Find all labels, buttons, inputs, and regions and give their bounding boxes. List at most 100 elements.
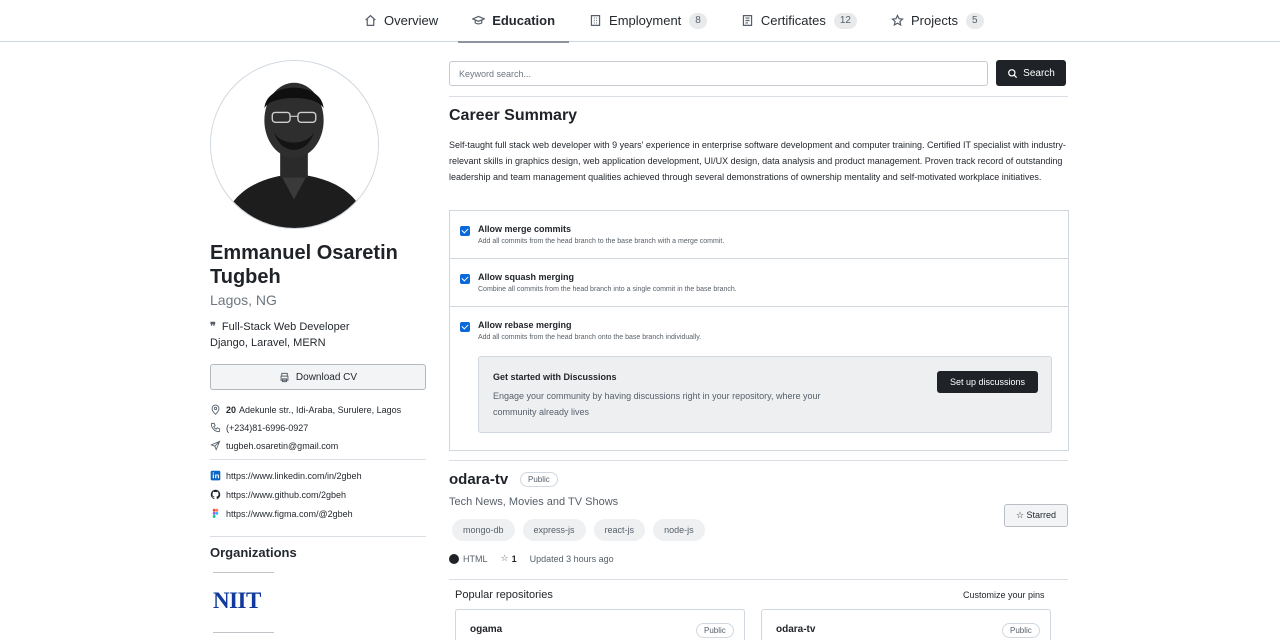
repo-topics: mongo-db express-js react-js node-js [452, 519, 713, 541]
building-icon [590, 15, 601, 26]
setting-title: Allow merge commits [478, 224, 572, 234]
discussions-text: Engage your community by having discussi… [493, 391, 821, 417]
discussions-callout: Get started with Discussions Engage your… [478, 356, 1052, 433]
visibility-badge: Public [520, 472, 558, 487]
tab-label: Education [492, 13, 556, 28]
phone-text: (+234)81-6996-0927 [226, 422, 309, 433]
repo-description: Tech News, Movies and TV Shows [449, 496, 619, 508]
phone: (+234)81-6996-0927 [210, 422, 308, 433]
profile-photo [211, 61, 378, 228]
tab-label: Overview [384, 13, 439, 28]
bio-line-1: Full-Stack Web Developer [221, 321, 350, 333]
niit-logo[interactable]: NIIT [213, 588, 261, 614]
language-label: HTML [463, 553, 488, 564]
tab-projects[interactable]: Projects 5 [877, 0, 998, 41]
starred-button[interactable]: ☆ Starred [1004, 504, 1068, 527]
tab-label: Projects [911, 13, 958, 28]
topic-tag[interactable]: react-js [593, 519, 646, 541]
setting-rebase-merging: Allow rebase merging Add all commits fro… [450, 306, 1068, 354]
pinned-repo-name[interactable]: odara-tv [776, 624, 815, 635]
bio-line-2: Django, Laravel, MERN [210, 337, 326, 349]
setting-description: Add all commits from the head branch to … [478, 238, 725, 245]
email-link[interactable]: tugbeh.osaretin@gmail.com [226, 441, 338, 451]
language: HTML [449, 553, 488, 564]
pinned-repo-name[interactable]: ogama [470, 624, 502, 635]
tab-education[interactable]: Education [458, 0, 569, 43]
merge-commits-checkbox[interactable] [460, 226, 470, 236]
topic-tag[interactable]: express-js [522, 519, 586, 541]
tab-certificates[interactable]: Certificates 12 [727, 0, 871, 41]
customize-pins-link[interactable]: Customize your pins [963, 590, 1045, 600]
divider [449, 460, 1068, 461]
certificate-icon [742, 15, 753, 26]
topic-tag[interactable]: mongo-db [452, 519, 515, 541]
divider [210, 459, 426, 460]
address: 20 Adekunle str., Idi-Araba, Surulere, L… [210, 404, 401, 415]
divider [449, 96, 1068, 97]
star-icon [891, 14, 904, 27]
pinned-repo-card[interactable]: ogama Public [455, 609, 745, 640]
figma-icon [210, 508, 221, 519]
pinned-repo-card[interactable]: odara-tv Public [761, 609, 1051, 640]
home-icon [365, 14, 376, 26]
profile-name: Emmanuel Osaretin Tugbeh [210, 242, 398, 288]
figma-link[interactable]: https://www.figma.com/@2gbeh [210, 508, 353, 519]
discussions-title: Get started with Discussions [493, 372, 617, 382]
setting-description: Combine all commits from the head branch… [478, 286, 737, 293]
squash-merging-checkbox[interactable] [460, 274, 470, 284]
github-icon [210, 489, 221, 500]
address-number: 20 [226, 404, 237, 415]
download-cv-button[interactable]: Download CV [210, 364, 426, 390]
setting-title: Allow rebase merging [478, 320, 572, 330]
tab-overview[interactable]: Overview [350, 0, 452, 41]
star-count[interactable]: ☆ 1 [501, 553, 517, 564]
github-url[interactable]: https://www.github.com/2gbeh [226, 490, 346, 500]
printer-icon [280, 372, 289, 382]
linkedin-link[interactable]: https://www.linkedin.com/in/2gbeh [210, 470, 362, 481]
email[interactable]: tugbeh.osaretin@gmail.com [210, 440, 338, 451]
setting-merge-commits: Allow merge commits Add all commits from… [450, 211, 1068, 259]
tab-count-badge: 5 [965, 12, 984, 29]
profile-tabs: Overview Education Employment 8 Certific… [350, 0, 1004, 43]
tab-count-badge: 12 [833, 12, 857, 29]
divider [213, 632, 274, 633]
search-button[interactable]: Search [996, 60, 1066, 86]
repo-meta: HTML ☆ 1 Updated 3 hours ago [449, 553, 614, 564]
star-count-value: 1 [511, 553, 517, 564]
search-icon [1008, 68, 1018, 78]
topic-tag[interactable]: node-js [653, 519, 705, 541]
top-navigation: Overview Education Employment 8 Certific… [0, 0, 1280, 43]
search-button-label: Search [1023, 67, 1055, 79]
github-link[interactable]: https://www.github.com/2gbeh [210, 489, 346, 500]
setting-title: Allow squash merging [478, 272, 575, 282]
setting-description: Add all commits from the head branch ont… [478, 334, 702, 341]
tab-label: Employment [609, 13, 682, 28]
download-cv-label: Download CV [295, 371, 358, 383]
figma-url[interactable]: https://www.figma.com/@2gbeh [226, 509, 353, 519]
merge-settings-panel: Allow merge commits Add all commits from… [449, 210, 1069, 451]
divider [449, 579, 1068, 580]
graduation-cap-icon [472, 15, 486, 25]
keyword-search-input[interactable]: Keyword search... [449, 61, 988, 86]
profile-location: Lagos, NG [210, 292, 277, 308]
star-icon: ☆ [500, 553, 509, 563]
updated-time: Updated 3 hours ago [529, 553, 614, 564]
repo-name[interactable]: odara-tv [449, 471, 508, 488]
visibility-badge: Public [1002, 623, 1040, 638]
divider [213, 572, 274, 573]
location-pin-icon [210, 404, 221, 415]
tab-employment[interactable]: Employment 8 [575, 0, 721, 41]
profile-bio: ❞ Full-Stack Web Developer Django, Larave… [210, 319, 350, 351]
rebase-merging-checkbox[interactable] [460, 322, 470, 332]
quote-icon: ❞ [210, 320, 216, 333]
visibility-badge: Public [696, 623, 734, 638]
tab-count-badge: 8 [689, 12, 707, 29]
career-summary-text: Self-taught full stack web developer wit… [449, 140, 1066, 182]
send-icon [210, 440, 221, 451]
set-up-discussions-button[interactable]: Set up discussions [937, 371, 1038, 393]
tab-label: Certificates [760, 13, 826, 28]
organizations-heading: Organizations [210, 545, 297, 560]
address-text: Adekunle str., Idi-Araba, Surulere, Lago… [239, 404, 402, 415]
popular-repositories-heading: Popular repositories [455, 589, 553, 601]
linkedin-url[interactable]: https://www.linkedin.com/in/2gbeh [226, 471, 362, 481]
